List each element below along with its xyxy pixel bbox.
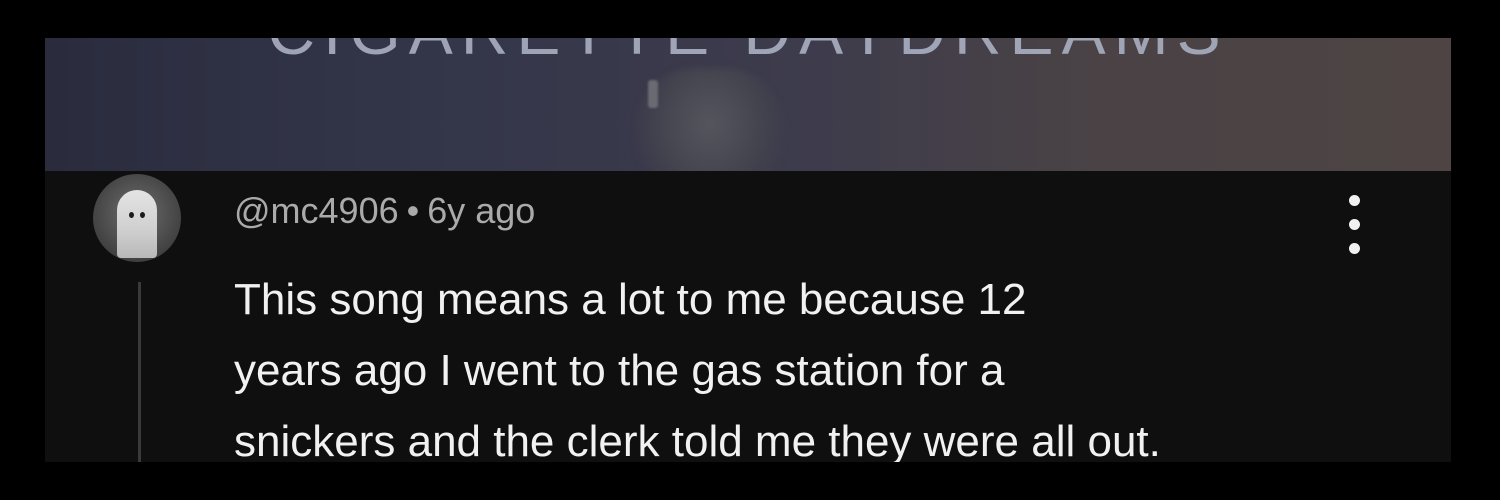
comment-text-line: years ago I went to the gas station for … bbox=[234, 346, 1005, 395]
comment: @mc4906 • 6y ago This song means a lot to … bbox=[45, 171, 1451, 462]
comment-text: This song means a lot to me because 12 y… bbox=[234, 264, 1314, 462]
reply-thread-line bbox=[138, 282, 141, 462]
screenshot-frame: CIGARETTE DAYDREAMS @mc4906•6y ago This … bbox=[45, 38, 1451, 462]
menu-dot bbox=[1349, 219, 1360, 230]
header-separator: • bbox=[406, 190, 420, 231]
ghost-eye-right bbox=[140, 212, 145, 218]
ghost-icon bbox=[117, 190, 157, 258]
thumbnail-cigarette-image bbox=[648, 80, 658, 108]
video-thumbnail[interactable]: CIGARETTE DAYDREAMS bbox=[45, 38, 1451, 171]
comment-author[interactable]: @mc4906 bbox=[234, 190, 399, 231]
video-title-overlay: CIGARETTE DAYDREAMS bbox=[45, 38, 1451, 64]
more-options-button[interactable] bbox=[1335, 193, 1375, 257]
menu-dot bbox=[1349, 243, 1360, 254]
comment-text-line: This song means a lot to me because 12 bbox=[234, 275, 1027, 324]
menu-dot bbox=[1349, 195, 1360, 206]
comment-timestamp[interactable]: 6y ago bbox=[427, 190, 535, 231]
avatar[interactable] bbox=[93, 174, 181, 262]
comment-text-line: snickers and the clerk told me they were… bbox=[234, 417, 1161, 462]
ghost-eye-left bbox=[129, 212, 134, 218]
comment-header: @mc4906 • 6y ago bbox=[234, 189, 535, 233]
